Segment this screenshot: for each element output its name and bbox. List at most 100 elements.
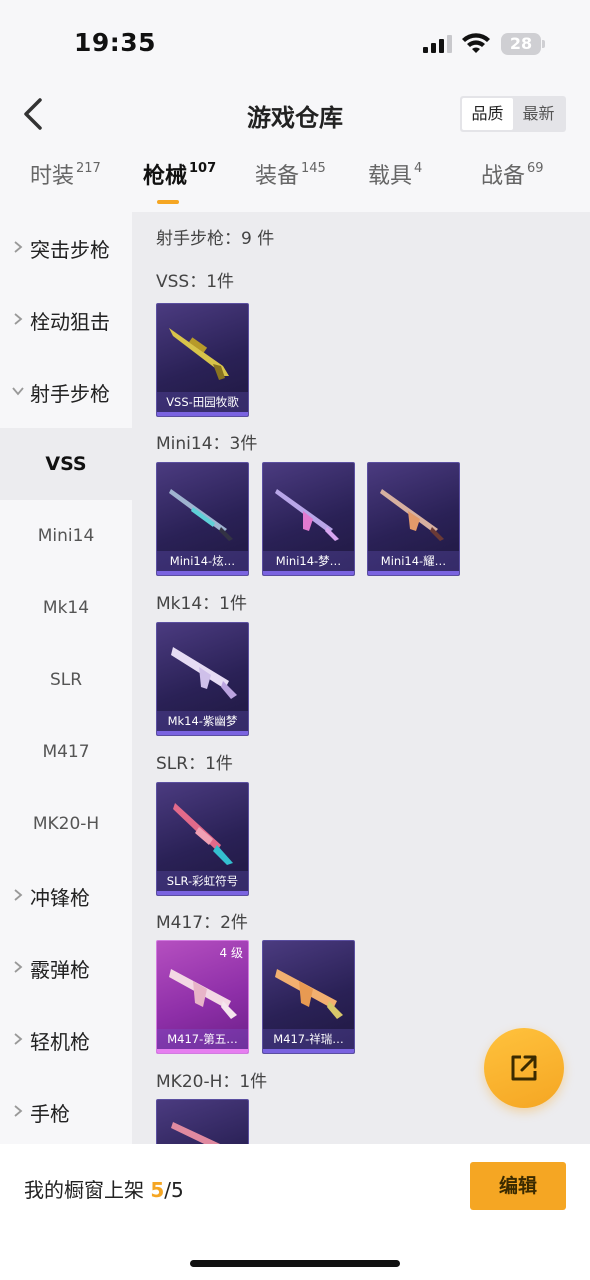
item-name: Mk14-紫幽梦 <box>157 711 248 731</box>
tab-equipment[interactable]: 装备 145 <box>255 158 326 190</box>
sidebar-item-label: 霰弹枪 <box>30 957 90 982</box>
group-label: M417：2件 <box>156 913 248 933</box>
edit-button[interactable]: 编辑 <box>470 1162 566 1210</box>
wifi-icon <box>462 33 490 53</box>
group-label: Mk14：1件 <box>156 594 247 614</box>
card-rarity-bar <box>157 731 248 735</box>
card-rarity-bar <box>157 1049 248 1053</box>
gun-skin-icon <box>173 803 233 865</box>
tab-vehicles[interactable]: 载具 4 <box>368 158 422 190</box>
card-rarity-bar <box>157 571 248 575</box>
item-name: Mini14-炫… <box>157 551 248 571</box>
tab-guns[interactable]: 枪械 107 <box>143 158 216 190</box>
share-external-icon <box>511 1055 537 1081</box>
chevron-right-icon <box>14 889 23 901</box>
nav-bar: 游戏仓库 品质 最新 <box>0 90 590 140</box>
sidebar-item-vss[interactable]: VSS <box>0 428 132 500</box>
sort-newest-button[interactable]: 最新 <box>513 98 564 130</box>
sidebar-item-slr[interactable]: SLR <box>0 644 132 716</box>
item-name: Mini14-耀… <box>368 551 459 571</box>
bottom-bar: 我的橱窗上架 5/5 编辑 <box>0 1144 590 1280</box>
shelf-count: 5 <box>150 1178 165 1202</box>
group-label: MK20-H：1件 <box>156 1072 268 1092</box>
gun-skin-icon <box>380 489 444 541</box>
shelf-status: 我的橱窗上架 5/5 <box>24 1174 184 1203</box>
sidebar-item-label: Mini14 <box>37 526 95 546</box>
sidebar-item-label: M417 <box>42 742 90 762</box>
chevron-right-icon <box>14 313 23 325</box>
sidebar-item-assault-rifle[interactable]: 突击步枪 <box>0 212 132 284</box>
sidebar-item-label: 栓动狙击 <box>30 309 110 334</box>
sort-quality-button[interactable]: 品质 <box>462 98 513 130</box>
chevron-right-icon <box>14 241 23 253</box>
gun-skin-icon <box>275 489 339 541</box>
tab-count: 69 <box>527 161 544 176</box>
chevron-right-icon <box>14 961 23 973</box>
sidebar-item-pistol[interactable]: 手枪 <box>0 1076 132 1148</box>
sort-toggle: 品质 最新 <box>460 96 566 132</box>
gun-skin-icon <box>171 647 237 699</box>
sidebar-item-label: 冲锋枪 <box>30 885 90 910</box>
sidebar-item-bolt-sniper[interactable]: 栓动狙击 <box>0 284 132 356</box>
group-label: VSS：1件 <box>156 272 235 292</box>
group-label: Mini14：3件 <box>156 434 258 454</box>
signal-icon <box>423 35 453 53</box>
sidebar-item-mk20h[interactable]: MK20-H <box>0 788 132 860</box>
item-card[interactable]: Mini14-炫… <box>156 462 249 576</box>
item-name: VSS-田园牧歌 <box>157 392 248 412</box>
sidebar-item-label: SLR <box>49 670 83 690</box>
item-card[interactable]: Mini14-梦… <box>262 462 355 576</box>
item-card[interactable] <box>156 1099 249 1144</box>
status-bar: 19:35 28 <box>0 0 590 90</box>
tab-fashion[interactable]: 时装 217 <box>30 158 101 190</box>
group-label: SLR：1件 <box>156 754 233 774</box>
card-rarity-bar <box>263 571 354 575</box>
chevron-right-icon <box>14 1033 23 1045</box>
gun-skin-icon <box>275 969 343 1019</box>
sidebar-item-label: MK20-H <box>32 814 100 834</box>
shelf-label: 我的橱窗上架 <box>24 1178 144 1202</box>
tab-count: 145 <box>301 161 326 176</box>
sidebar-item-mini14[interactable]: Mini14 <box>0 500 132 572</box>
home-indicator[interactable] <box>190 1260 400 1267</box>
tab-label: 时装 <box>30 164 75 189</box>
category-total: 射手步枪：9 件 <box>156 229 275 249</box>
card-rarity-bar <box>157 412 248 416</box>
sidebar-item-marksman-rifle[interactable]: 射手步枪 <box>0 356 132 428</box>
sidebar-item-shotgun[interactable]: 霰弹枪 <box>0 932 132 1004</box>
chevron-down-icon <box>12 387 24 396</box>
sidebar-item-mk14[interactable]: Mk14 <box>0 572 132 644</box>
shelf-total: /5 <box>164 1178 184 1202</box>
item-card[interactable]: VSS-田园牧歌 <box>156 303 249 417</box>
share-button[interactable] <box>484 1028 564 1108</box>
category-tabs: 时装 217 枪械 107 装备 145 载具 4 战备 69 <box>0 158 590 208</box>
tab-supplies[interactable]: 战备 69 <box>481 158 544 190</box>
sidebar-item-label: 突击步枪 <box>30 237 110 262</box>
tab-label: 战备 <box>481 164 526 189</box>
item-card[interactable]: Mk14-紫幽梦 <box>156 622 249 736</box>
gun-skin-icon <box>169 328 229 380</box>
card-rarity-bar <box>263 1049 354 1053</box>
tab-count: 107 <box>189 161 217 176</box>
sidebar-item-m417[interactable]: M417 <box>0 716 132 788</box>
tab-count: 4 <box>414 161 423 176</box>
gun-skin-icon <box>169 489 233 541</box>
sidebar-item-smg[interactable]: 冲锋枪 <box>0 860 132 932</box>
tab-label: 装备 <box>255 164 300 189</box>
sidebar-item-lmg[interactable]: 轻机枪 <box>0 1004 132 1076</box>
item-card[interactable]: 4 级 M417-第五… <box>156 940 249 1054</box>
card-rarity-bar <box>157 891 248 895</box>
sidebar-item-label: 手枪 <box>30 1101 70 1126</box>
gun-skin-icon <box>171 1122 221 1144</box>
chevron-right-icon <box>14 1105 23 1117</box>
item-card[interactable]: SLR-彩虹符号 <box>156 782 249 896</box>
item-name: M417-第五… <box>157 1029 248 1049</box>
active-tab-indicator <box>157 200 179 204</box>
item-card[interactable]: M417-祥瑞… <box>262 940 355 1054</box>
item-name: SLR-彩虹符号 <box>157 871 248 891</box>
item-name: Mini14-梦… <box>263 551 354 571</box>
item-card[interactable]: Mini14-耀… <box>367 462 460 576</box>
tab-label: 枪械 <box>143 164 188 189</box>
battery-icon: 28 <box>501 33 545 55</box>
tab-label: 载具 <box>368 164 413 189</box>
